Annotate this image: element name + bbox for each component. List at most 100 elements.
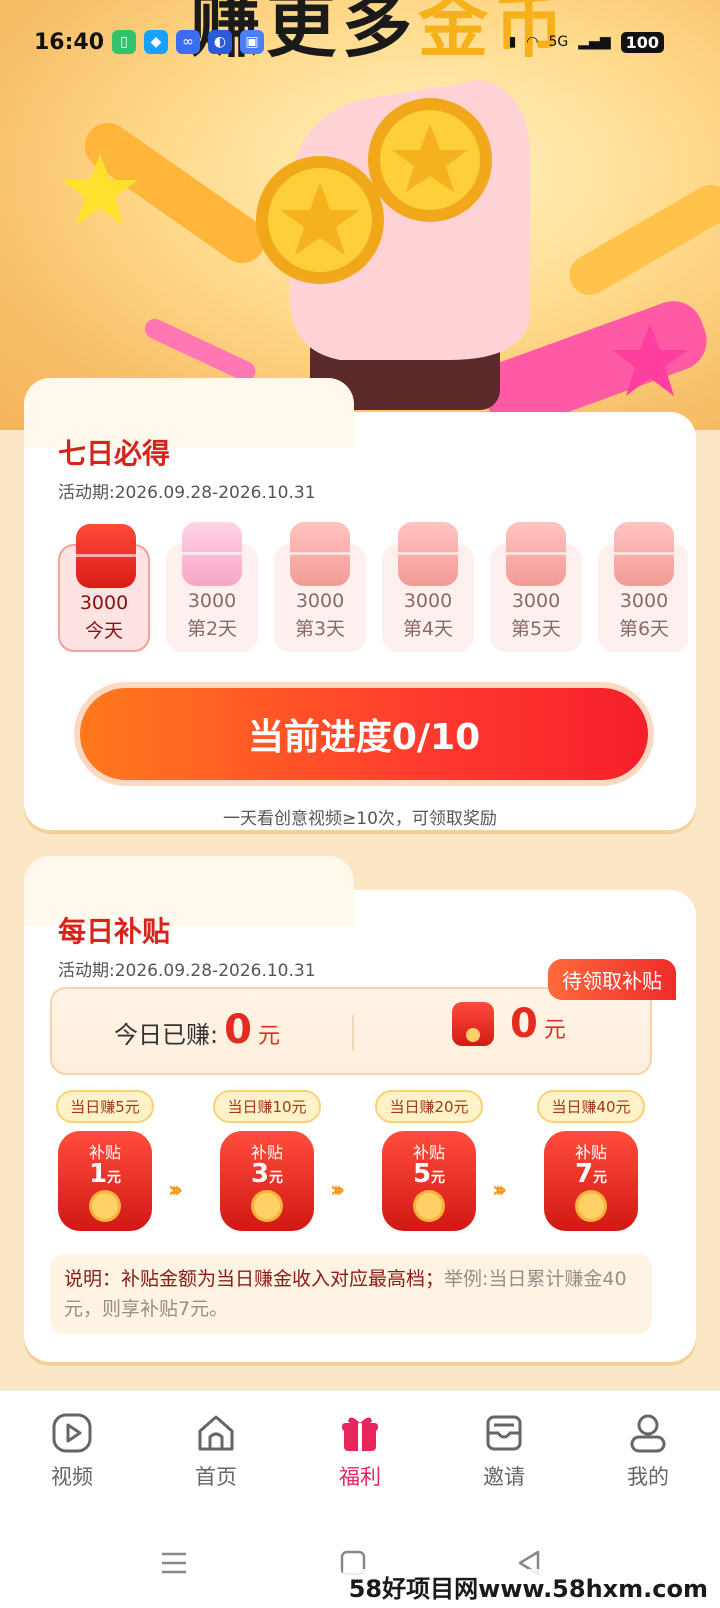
day-item[interactable]: 3000 第6天 (598, 522, 688, 652)
day-amount: 3000 (511, 590, 561, 612)
seven-day-card: 七日必得 活动期:2026.09.28-2026.10.31 3000 今天 3… (24, 378, 696, 830)
star-icon (612, 324, 688, 396)
day-label: 第6天 (618, 618, 670, 640)
tier-unit: 元 (593, 1170, 608, 1186)
chevron-right-icon: ››› (330, 1178, 345, 1203)
battery-level: 100 (620, 31, 664, 53)
tier-amount: 1 (88, 1159, 108, 1189)
nav-label: 首页 (195, 1465, 237, 1489)
subsidy-tier[interactable]: 当日赚5元 补贴 1元 (50, 1090, 160, 1231)
bottom-nav: 视频 首页 福利 邀请 我的 (0, 1390, 720, 1520)
red-envelope-icon: 补贴 1元 (58, 1131, 152, 1231)
tier-condition: 当日赚20元 (375, 1090, 483, 1123)
day-label: 第2天 (186, 618, 238, 640)
day-label: 第3天 (294, 618, 346, 640)
daily-subsidy-title: 每日补贴 (58, 915, 171, 948)
watermark: 58好项目网www.58hxm.com (342, 1569, 714, 1604)
tier-amount: 3 (250, 1159, 270, 1189)
subsidy-tiers: 当日赚5元 补贴 1元 ››› 当日赚10元 补贴 3元 ››› 当日赚20元 … (50, 1090, 670, 1240)
day-amount: 3000 (295, 590, 345, 612)
earnings-box: 今日已赚: 0 元 0 元 (50, 987, 652, 1075)
day-amount: 3000 (403, 590, 453, 612)
seven-day-title: 七日必得 (58, 437, 171, 470)
red-envelope-icon (506, 522, 566, 586)
play-icon (52, 1413, 92, 1453)
nav-item-invite[interactable]: 邀请 (432, 1391, 576, 1520)
status-bar: 16:40 ▯ ◆ ∞ ◐ ▣ ▮ ◠ 5G ▂▄▆ 100 (0, 22, 720, 62)
tier-condition: 当日赚5元 (56, 1090, 154, 1123)
daily-subsidy-card: 每日补贴 活动期:2026.09.28-2026.10.31 今日已赚: 0 元… (24, 856, 696, 1362)
day-item[interactable]: 3000 第2天 (166, 522, 258, 652)
red-envelope-icon (614, 522, 674, 586)
red-envelope-icon: 补贴 7元 (544, 1131, 638, 1231)
tier-condition: 当日赚40元 (537, 1090, 645, 1123)
red-envelope-icon (290, 522, 350, 586)
app-icon: ▣ (240, 30, 264, 54)
tier-unit: 元 (269, 1170, 284, 1186)
qq-icon: ◆ (144, 30, 168, 54)
system-nav-bar: 58好项目网www.58hxm.com (0, 1520, 720, 1608)
gift-box-icon (182, 522, 242, 586)
subsidy-tier[interactable]: 当日赚40元 补贴 7元 (536, 1090, 646, 1231)
hero-banner: 赚更多金币 (0, 0, 720, 430)
user-icon (630, 1414, 666, 1453)
tier-unit: 元 (107, 1170, 122, 1186)
hand-coins-illustration (256, 80, 530, 410)
nav-label: 邀请 (483, 1465, 525, 1489)
tier-unit: 元 (431, 1170, 446, 1186)
today-earned-unit: 元 (257, 1024, 280, 1049)
today-earned-label: 今日已赚: (114, 1021, 219, 1049)
wifi-icon: ◠ (526, 34, 539, 50)
nav-item-home[interactable]: 首页 (144, 1391, 288, 1520)
nav-item-video[interactable]: 视频 (0, 1391, 144, 1520)
nav-item-mine[interactable]: 我的 (576, 1391, 720, 1520)
subsidy-tier[interactable]: 当日赚20元 补贴 5元 (374, 1090, 484, 1231)
today-earned-value: 0 (224, 1007, 252, 1053)
gift-icon (342, 1417, 378, 1451)
nav-label: 我的 (627, 1465, 669, 1489)
day-label: 今天 (84, 620, 123, 642)
nav-item-welfare[interactable]: 福利 (288, 1391, 432, 1520)
tier-amount: 7 (574, 1159, 594, 1189)
day-amount: 3000 (187, 590, 237, 612)
seven-day-period: 活动期:2026.09.28-2026.10.31 (58, 483, 316, 503)
note-main: 说明：补贴金额为当日赚金收入对应最高档； (64, 1268, 445, 1290)
cloud-icon: ∞ (176, 30, 200, 54)
star-icon (62, 154, 138, 226)
pending-subsidy[interactable]: 0 元 (452, 1001, 566, 1047)
status-time: 16:40 (34, 29, 105, 55)
day-item[interactable]: 3000 今天 (58, 524, 150, 652)
chevron-right-icon: ››› (168, 1178, 183, 1203)
task-tip: 一天看创意视频≥10次，可领取奖励 (223, 809, 497, 829)
tier-condition: 当日赚10元 (213, 1090, 321, 1123)
signal-icon: ▂▄▆ (578, 34, 611, 50)
progress-button[interactable]: 当前进度0/10 (74, 682, 654, 786)
subsidy-note: 说明：补贴金额为当日赚金收入对应最高档；举例:当日累计赚金40元，则享补贴7元。 (50, 1254, 652, 1334)
signal-network: 5G (548, 34, 569, 50)
red-envelope-icon: 补贴 3元 (220, 1131, 314, 1231)
day-amount: 3000 (79, 592, 129, 614)
day-item[interactable]: 3000 第3天 (274, 522, 366, 652)
nav-label: 视频 (51, 1465, 93, 1489)
menu-icon[interactable] (160, 1550, 188, 1576)
app-notification-icon: ▯ (112, 30, 136, 54)
divider (352, 1015, 354, 1051)
day-amount: 3000 (619, 590, 669, 612)
pending-subsidy-unit: 元 (543, 1018, 566, 1043)
nav-label: 福利 (339, 1465, 381, 1489)
app-icon: ◐ (208, 30, 232, 54)
red-envelope-icon (398, 522, 458, 586)
subsidy-tier[interactable]: 当日赚10元 补贴 3元 (212, 1090, 322, 1231)
home-icon (198, 1415, 234, 1451)
decor-ray (141, 315, 259, 385)
today-earned: 今日已赚: 0 元 (114, 1007, 280, 1053)
red-envelope-icon (76, 524, 136, 588)
seven-day-list[interactable]: 3000 今天 3000 第2天 3000 第3天 3000 第4天 3000 … (58, 522, 688, 672)
pending-subsidy-tag[interactable]: 待领取补贴 (548, 959, 676, 1000)
day-label: 第4天 (402, 618, 454, 640)
tier-amount: 5 (412, 1159, 432, 1189)
day-label: 第5天 (510, 618, 562, 640)
red-envelope-icon (452, 1002, 494, 1046)
day-item[interactable]: 3000 第4天 (382, 522, 474, 652)
day-item[interactable]: 3000 第5天 (490, 522, 582, 652)
